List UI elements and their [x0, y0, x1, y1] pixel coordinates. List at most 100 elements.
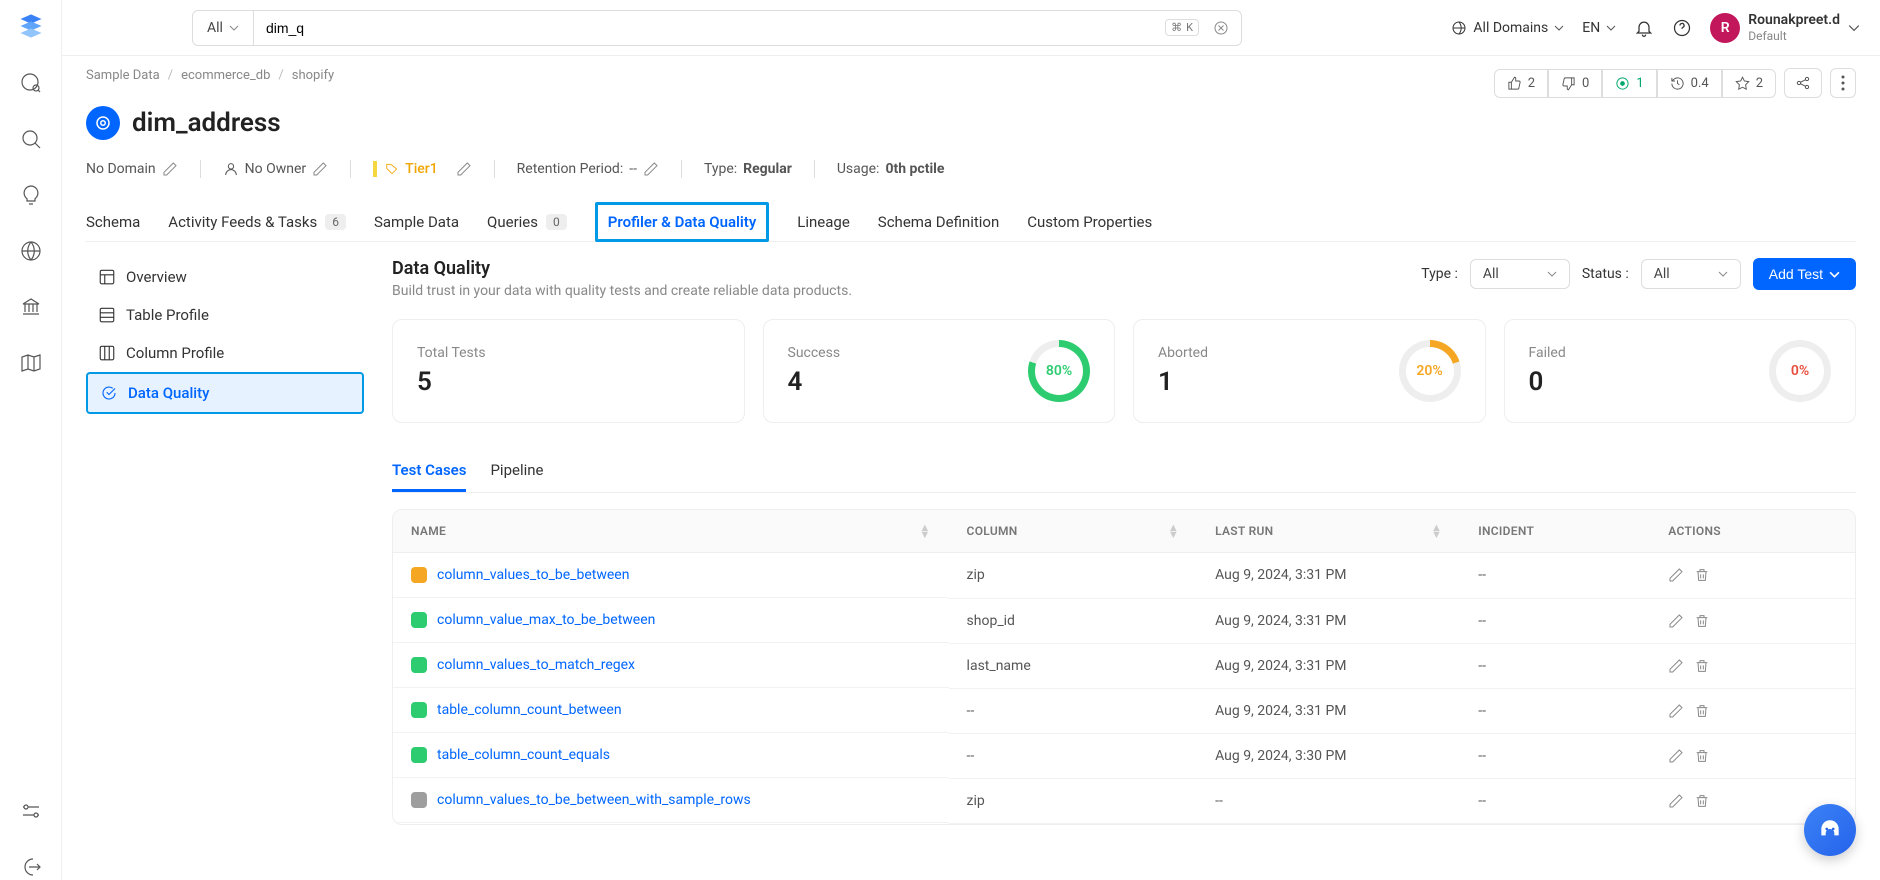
- edit-action[interactable]: [1668, 658, 1684, 674]
- tab-profiler-data-quality[interactable]: Profiler & Data Quality: [595, 202, 770, 242]
- edit-action[interactable]: [1668, 748, 1684, 764]
- share-button[interactable]: [1784, 68, 1822, 98]
- cell-incident: --: [1460, 688, 1650, 733]
- sidebar-item-overview[interactable]: Overview: [86, 258, 364, 296]
- rail-logout-icon[interactable]: [18, 854, 44, 880]
- rail-map-icon[interactable]: [18, 350, 44, 376]
- task-stat[interactable]: 1: [1602, 69, 1656, 98]
- rail-bulb-icon[interactable]: [18, 182, 44, 208]
- entity-tabs: Schema Activity Feeds & Tasks6 Sample Data…: [86, 202, 1856, 242]
- help-icon[interactable]: [1672, 18, 1692, 38]
- retention-field[interactable]: Retention Period: --: [517, 161, 659, 177]
- table-header-name[interactable]: NAME▲▼: [393, 510, 949, 553]
- test-cases-table: NAME▲▼COLUMN▲▼LAST RUN▲▼INCIDENTACTIONS …: [392, 509, 1856, 825]
- status-filter-select[interactable]: All: [1641, 259, 1741, 289]
- tab-custom-properties[interactable]: Custom Properties: [1027, 202, 1152, 241]
- breadcrumb-item[interactable]: ecommerce_db: [181, 68, 270, 83]
- delete-action[interactable]: [1694, 748, 1710, 764]
- table-row: column_value_max_to_be_betweenshop_idAug…: [393, 598, 1855, 643]
- table-row: table_column_count_between--Aug 9, 2024,…: [393, 688, 1855, 733]
- breadcrumb-item[interactable]: Sample Data: [86, 68, 160, 83]
- cell-incident: --: [1460, 553, 1650, 599]
- type-filter-select[interactable]: All: [1470, 259, 1570, 289]
- upvote-button[interactable]: 2: [1494, 69, 1548, 98]
- test-name-link[interactable]: column_values_to_match_regex: [437, 657, 635, 673]
- test-name-link[interactable]: table_column_count_between: [437, 702, 622, 718]
- tab-schema-definition[interactable]: Schema Definition: [878, 202, 999, 241]
- logo-icon[interactable]: [17, 12, 45, 40]
- search-scope-dropdown[interactable]: All: [193, 11, 254, 45]
- delete-action[interactable]: [1694, 703, 1710, 719]
- cell-last-run: Aug 9, 2024, 3:30 PM: [1197, 733, 1460, 778]
- usage-field: Usage: 0th pctile: [837, 161, 945, 177]
- domains-label: All Domains: [1473, 20, 1548, 36]
- table-header-incident: INCIDENT: [1460, 510, 1650, 553]
- avatar: R: [1710, 13, 1740, 43]
- tab-sample-data[interactable]: Sample Data: [374, 202, 459, 241]
- cell-column: zip: [949, 778, 1198, 823]
- edit-action[interactable]: [1668, 567, 1684, 583]
- globe-icon: [1451, 20, 1467, 36]
- table-header-last run[interactable]: LAST RUN▲▼: [1197, 510, 1460, 553]
- status-indicator: [411, 792, 427, 808]
- cell-incident: --: [1460, 733, 1650, 778]
- cell-last-run: Aug 9, 2024, 3:31 PM: [1197, 643, 1460, 688]
- star-stat[interactable]: 2: [1722, 69, 1776, 98]
- domain-field[interactable]: No Domain: [86, 161, 178, 177]
- tier-field[interactable]: Tier1: [373, 161, 472, 177]
- sidebar-item-table-profile[interactable]: Table Profile: [86, 296, 364, 334]
- entity-title: dim_address: [132, 108, 281, 138]
- owner-field[interactable]: No Owner: [223, 161, 329, 177]
- header-stats: 2 0 1 0.4 2: [1494, 68, 1856, 98]
- downvote-button[interactable]: 0: [1548, 69, 1602, 98]
- tab-queries[interactable]: Queries0: [487, 202, 567, 241]
- tab-lineage[interactable]: Lineage: [797, 202, 850, 241]
- search-input[interactable]: [254, 11, 1165, 45]
- edit-action[interactable]: [1668, 703, 1684, 719]
- table-row: column_values_to_match_regexlast_nameAug…: [393, 643, 1855, 688]
- delete-action[interactable]: [1694, 793, 1710, 809]
- sidebar-item-column-profile[interactable]: Column Profile: [86, 334, 364, 372]
- side-icon: [98, 306, 116, 324]
- status-indicator: [411, 567, 427, 583]
- edit-action[interactable]: [1668, 793, 1684, 809]
- breadcrumb-item[interactable]: shopify: [292, 68, 334, 83]
- target-icon: [1615, 76, 1630, 91]
- delete-action[interactable]: [1694, 613, 1710, 629]
- test-name-link[interactable]: table_column_count_equals: [437, 747, 610, 763]
- edit-action[interactable]: [1668, 613, 1684, 629]
- language-label: EN: [1582, 20, 1600, 36]
- language-dropdown[interactable]: EN: [1582, 20, 1616, 36]
- sub-tab-pipeline[interactable]: Pipeline: [490, 451, 543, 492]
- dq-sub-tabs: Test Cases Pipeline: [392, 451, 1856, 493]
- sort-icon: ▲▼: [1168, 524, 1179, 538]
- history-stat[interactable]: 0.4: [1657, 69, 1722, 98]
- table-row: column_values_to_be_betweenzipAug 9, 202…: [393, 553, 1855, 599]
- rail-globe-icon[interactable]: [18, 238, 44, 264]
- add-test-button[interactable]: Add Test: [1753, 258, 1856, 290]
- table-header-column[interactable]: COLUMN▲▼: [949, 510, 1198, 553]
- rail-search-icon[interactable]: [18, 126, 44, 152]
- sub-tab-test-cases[interactable]: Test Cases: [392, 451, 466, 492]
- sidebar-item-data-quality[interactable]: Data Quality: [86, 372, 364, 414]
- test-name-link[interactable]: column_value_max_to_be_between: [437, 612, 655, 628]
- more-menu[interactable]: [1830, 68, 1856, 98]
- delete-action[interactable]: [1694, 567, 1710, 583]
- table-row: table_column_count_equals --Aug 9, 2024, …: [393, 733, 1855, 778]
- tab-activity-feeds-tasks[interactable]: Activity Feeds & Tasks6: [168, 202, 346, 241]
- rail-governance-icon[interactable]: [18, 294, 44, 320]
- chat-fab[interactable]: [1804, 804, 1856, 856]
- delete-action[interactable]: [1694, 658, 1710, 674]
- domains-dropdown[interactable]: All Domains: [1451, 20, 1564, 36]
- cell-last-run: Aug 9, 2024, 3:31 PM: [1197, 598, 1460, 643]
- user-menu[interactable]: R Rounakpreet.d Default: [1710, 12, 1860, 43]
- success-donut: 80%: [1028, 340, 1090, 402]
- search-clear-icon[interactable]: [1207, 14, 1235, 42]
- tab-schema[interactable]: Schema: [86, 202, 140, 241]
- notifications-icon[interactable]: [1634, 18, 1654, 38]
- table-header-actions: ACTIONS: [1650, 510, 1855, 553]
- test-name-link[interactable]: column_values_to_be_between_with_sample_…: [437, 792, 751, 808]
- rail-globe-search-icon[interactable]: [18, 70, 44, 96]
- test-name-link[interactable]: column_values_to_be_between: [437, 567, 629, 583]
- rail-settings-icon[interactable]: [18, 798, 44, 824]
